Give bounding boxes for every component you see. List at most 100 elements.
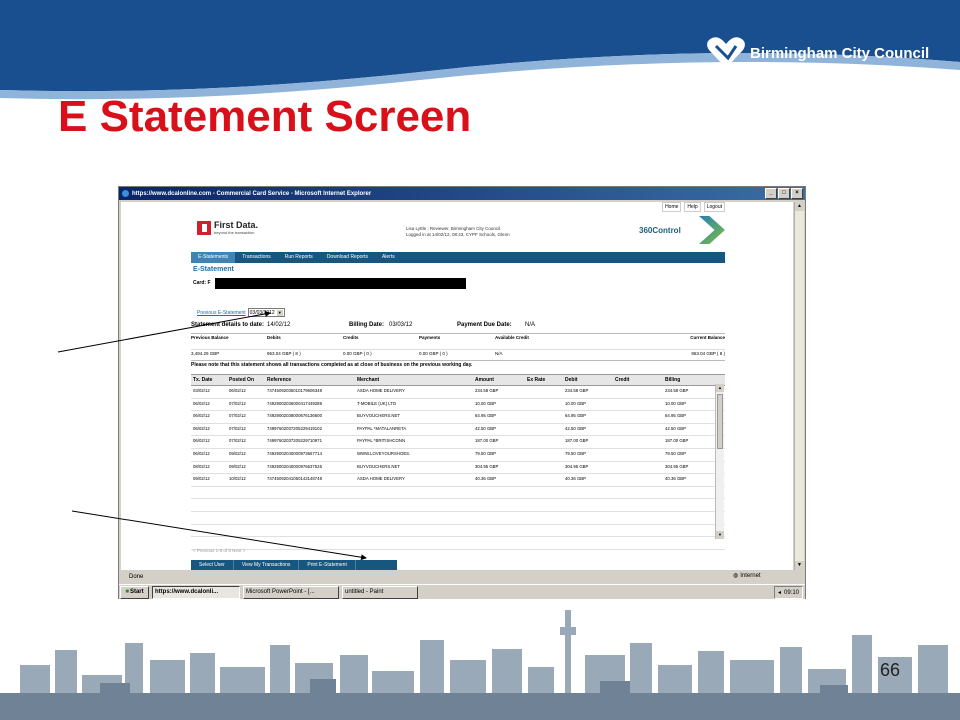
product-logo: 360Control [639,226,681,235]
table-cell: 79.50 GBP [565,450,587,456]
close-button[interactable]: × [791,188,803,199]
payments-value: 0.00 GBP ( 0 ) [419,351,448,356]
column-header: Billing [665,377,681,383]
details-to-date-value: 14/02/12 [267,322,291,328]
balance-labels: Previous Balance Debits Credits Payments… [191,333,725,340]
table-row[interactable]: 06/02/12 07/02/12 74929002038000676136600 B… [191,411,725,424]
table-scrollbar[interactable]: ▲ ▼ [715,384,724,539]
scroll-up-icon[interactable]: ▲ [795,202,804,211]
table-cell: 06/02/12 [193,425,210,431]
minimize-button[interactable]: _ [765,188,777,199]
table-row[interactable]: 08/02/12 09/02/12 74929002040000976637526 B… [191,462,725,475]
pager[interactable]: < Previous 1-8 of 8 Next > [193,548,245,553]
empty-row [191,499,725,512]
table-cell: BUYVOUCHERS.NET [357,413,400,419]
home-link[interactable]: Home [662,202,682,212]
table-cell: 07/02/12 [229,425,246,431]
task-paint[interactable]: untitled - Paint [342,585,418,599]
column-header: Tx. Date [193,377,213,383]
column-header: Merchant [357,377,380,383]
billing-date-label: Billing Date: [349,322,385,328]
chevron-logo-icon [699,216,725,244]
user-info: Lisa Lyttle : Reviewer, Birmingham City … [406,226,510,238]
table-row[interactable]: 06/02/12 07/02/12 74997602037205229419102 P… [191,424,725,437]
select-user-button[interactable]: Select User [191,560,234,570]
task-powerpoint[interactable]: Microsoft PowerPoint - [... [243,585,339,599]
previous-statement-link[interactable]: Previous E-Statement [197,310,246,316]
main-nav: E-Statements Transactions Run Reports Do… [191,252,725,263]
due-date-label: Payment Due Date: [457,322,512,328]
previous-statement-row: Previous E-Statement 03/03/2012 ▼ [197,308,285,317]
task-ie[interactable]: https://www.dcalonli... [152,585,240,599]
table-cell: PAYPAL *MATALANRETA [357,425,407,431]
table-cell: 64.95 GBP [475,413,497,419]
first-data-logo: First Data. beyond the transaction [197,220,258,235]
column-header: Posted On [229,377,255,383]
security-zone: ◍ Internet [733,572,761,580]
table-cell: 74929002036000417449289 [267,400,322,406]
org-name: Birmingham City Council [750,44,930,62]
clock: 09:10 [783,589,799,596]
table-cell: 10.00 GBP [565,400,587,406]
table-cell: 64.95 GBP [565,413,587,419]
table-cell: 304.95 GBP [475,463,499,469]
scroll-thumb[interactable] [717,394,723,449]
table-row[interactable]: 06/02/12 09/02/12 74929002040000973667714 W… [191,449,725,462]
tab-alerts[interactable]: Alerts [375,252,402,263]
table-cell: 06/02/12 [193,450,210,456]
browser-window: https://www.dcalonline.com - Commercial … [118,186,806,599]
payments-label: Payments [419,335,441,340]
action-bar: Select User View My Transactions Print E… [191,560,397,570]
start-button[interactable]: ■ Start [120,585,149,599]
column-header: Reference [267,377,292,383]
scroll-up-icon[interactable]: ▲ [716,384,724,392]
table-cell: 234.58 GBP [475,388,499,393]
table-row[interactable]: 06/02/12 07/02/12 74997602037205229710971 P… [191,436,725,449]
table-cell: 07/02/12 [229,400,246,406]
table-cell: 06/02/12 [193,438,210,444]
tab-transactions[interactable]: Transactions [235,252,277,263]
browser-scrollbar[interactable]: ▲ ▼ [794,202,804,570]
slide-title: E Statement Screen [58,92,472,141]
table-cell: 304.95 GBP [565,463,589,469]
table-cell: 09/02/12 [193,476,210,482]
browser-viewport: Home Help Logout First Data. beyond the … [121,202,793,570]
statement-date-select[interactable]: 03/03/2012 ▼ [247,308,285,317]
table-row[interactable]: 09/02/12 10/02/12 74745092041050143148748 A… [191,474,725,487]
table-cell: 79.50 GBP [475,450,497,456]
table-cell: 07/02/12 [229,438,246,444]
card-label: Card: F [193,280,211,286]
print-statement-button[interactable]: Print E-Statement [299,560,356,570]
tab-e-statements[interactable]: E-Statements [191,252,236,263]
table-cell: 234.58 GBP [565,388,589,393]
chevron-down-icon[interactable]: ▼ [276,309,283,316]
table-cell: 06/02/12 [193,413,210,419]
first-data-mark-icon [197,220,211,235]
scroll-down-icon[interactable]: ▼ [716,531,724,539]
view-transactions-button[interactable]: View My Transactions [234,560,300,570]
help-link[interactable]: Help [684,202,701,212]
empty-row [191,512,725,525]
heart-logo-icon [707,37,745,68]
table-cell: 40.36 GBP [475,476,497,482]
table-cell: 40.36 GBP [565,476,587,482]
column-header: Amount [475,377,494,383]
table-cell: 187.00 GBP [665,438,689,444]
table-cell: 64.95 GBP [665,413,687,419]
start-label: Start [129,589,144,595]
scroll-down-icon[interactable]: ▼ [795,561,804,570]
table-cell: 42.50 GBP [665,425,687,431]
statement-notice: Please note that this statement shows al… [191,360,725,368]
logout-link[interactable]: Logout [703,202,725,212]
tab-run-reports[interactable]: Run Reports [278,252,320,263]
tray-icon[interactable]: ◂ [778,589,781,596]
maximize-button[interactable]: □ [778,188,790,199]
tab-download-reports[interactable]: Download Reports [320,252,375,263]
table-row[interactable]: 06/02/12 07/02/12 74929002036000417449289 T… [191,399,725,412]
table-cell: 42.50 GBP [475,425,497,431]
table-cell: WWW.LOVEYOURSHOES. [357,450,411,456]
billing-date-value: 03/03/12 [389,322,413,328]
table-row[interactable]: 03/02/12 06/02/12 74745092035010179606348 A… [191,386,725,399]
table-body: 03/02/12 06/02/12 74745092035010179606348 A… [191,386,725,487]
status-bar: Done ◍ Internet [121,572,803,582]
